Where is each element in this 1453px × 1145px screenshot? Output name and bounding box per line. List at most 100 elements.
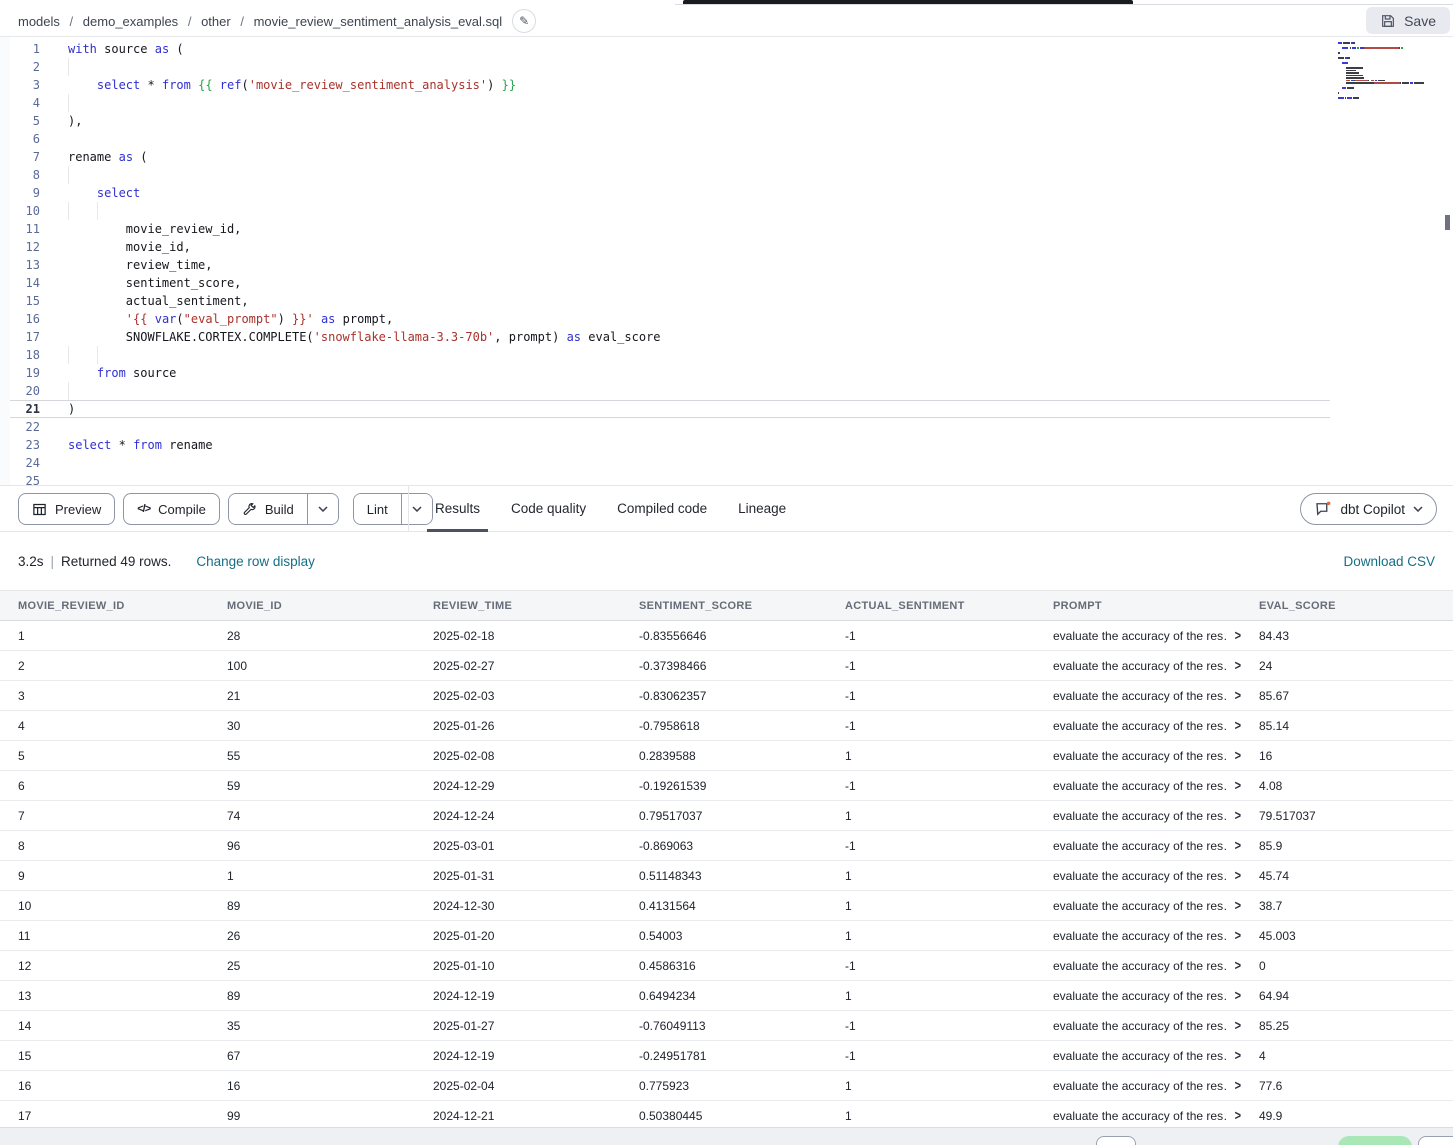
change-row-display-link[interactable]: Change row display <box>196 554 315 569</box>
code-line[interactable]: 12 movie_id, <box>0 238 1453 256</box>
indent-guide <box>68 94 69 112</box>
code-line[interactable]: 21) <box>0 400 1330 418</box>
table-row: 6592024-12-29-0.19261539-1evaluate the a… <box>0 771 1453 801</box>
column-header-movie-review-id[interactable]: MOVIE_REVIEW_ID <box>0 600 209 612</box>
expand-prompt-icon[interactable]: > <box>1235 839 1241 853</box>
table-cell: 74 <box>209 809 415 823</box>
expand-prompt-icon[interactable]: > <box>1235 629 1241 643</box>
code-line[interactable]: 2 <box>0 58 1453 76</box>
dbt-copilot-button[interactable]: dbt Copilot <box>1300 493 1437 525</box>
expand-prompt-icon[interactable]: > <box>1235 1019 1241 1033</box>
code-line[interactable]: 7rename as ( <box>0 148 1453 166</box>
code-line[interactable]: 6 <box>0 130 1453 148</box>
breadcrumb-demo-examples[interactable]: demo_examples <box>83 14 178 29</box>
table-cell: 2025-01-31 <box>415 869 621 883</box>
expand-prompt-icon[interactable]: > <box>1235 749 1241 763</box>
code-line[interactable]: 20 <box>0 382 1453 400</box>
expand-prompt-icon[interactable]: > <box>1235 809 1241 823</box>
code-line[interactable]: 9 select <box>0 184 1453 202</box>
code-line[interactable]: 17 SNOWFLAKE.CORTEX.COMPLETE('snowflake-… <box>0 328 1453 346</box>
code-line[interactable]: 11 movie_review_id, <box>0 220 1453 238</box>
lint-dropdown-button[interactable] <box>401 494 432 524</box>
breadcrumb-other[interactable]: other <box>201 14 231 29</box>
column-header-review-time[interactable]: REVIEW_TIME <box>415 600 621 612</box>
table-cell: 1 <box>209 869 415 883</box>
footer-button-partial[interactable] <box>1096 1136 1136 1145</box>
expand-prompt-icon[interactable]: > <box>1235 989 1241 1003</box>
tab-compiled-code[interactable]: Compiled code <box>617 486 707 531</box>
footer-green-pill[interactable] <box>1338 1136 1412 1145</box>
table-cell: -1 <box>827 959 1035 973</box>
expand-prompt-icon[interactable]: > <box>1235 689 1241 703</box>
column-header-prompt[interactable]: PROMPT <box>1035 600 1241 612</box>
preview-button[interactable]: Preview <box>18 493 115 525</box>
table-cell: 0.79517037 <box>621 809 827 823</box>
table-cell: 6 <box>0 779 209 793</box>
build-dropdown-button[interactable] <box>307 494 338 524</box>
code-line[interactable]: 25 <box>0 472 1453 485</box>
prompt-text: evaluate the accuracy of the res… <box>1053 749 1228 763</box>
build-button[interactable]: Build <box>229 494 307 524</box>
code-line[interactable]: 4 <box>0 94 1453 112</box>
table-row: 12252025-01-100.4586316-1evaluate the ac… <box>0 951 1453 981</box>
save-button[interactable]: Save <box>1366 7 1450 34</box>
pencil-icon[interactable]: ✎ <box>512 9 536 33</box>
expand-prompt-icon[interactable]: > <box>1235 929 1241 943</box>
table-cell: 2025-01-20 <box>415 929 621 943</box>
code-line[interactable]: 13 review_time, <box>0 256 1453 274</box>
column-header-actual-sentiment[interactable]: ACTUAL_SENTIMENT <box>827 600 1035 612</box>
prompt-text: evaluate the accuracy of the res… <box>1053 779 1228 793</box>
table-cell: 2024-12-19 <box>415 1049 621 1063</box>
tab-lineage[interactable]: Lineage <box>738 486 786 531</box>
column-header-eval-score[interactable]: EVAL_SCORE <box>1241 600 1453 612</box>
expand-prompt-icon[interactable]: > <box>1235 899 1241 913</box>
prompt-cell: evaluate the accuracy of the res…> <box>1035 1109 1241 1123</box>
code-line[interactable]: 5), <box>0 112 1453 130</box>
table-cell: 1 <box>827 1109 1035 1123</box>
column-header-movie-id[interactable]: MOVIE_ID <box>209 600 415 612</box>
code-line[interactable]: 24 <box>0 454 1453 472</box>
code-line[interactable]: 23select * from rename <box>0 436 1453 454</box>
table-cell: -0.19261539 <box>621 779 827 793</box>
table-cell: 1 <box>827 869 1035 883</box>
table-row: 5552025-02-080.28395881evaluate the accu… <box>0 741 1453 771</box>
editor-scrollbar[interactable] <box>1445 215 1450 230</box>
code-line[interactable]: 1with source as ( <box>0 40 1453 58</box>
code-text: ) <box>68 400 75 418</box>
table-row: 912025-01-310.511483431evaluate the accu… <box>0 861 1453 891</box>
compile-button[interactable]: </> Compile <box>123 493 220 525</box>
code-line[interactable]: 10 <box>0 202 1453 220</box>
lint-button[interactable]: Lint <box>354 494 401 524</box>
tab-code-quality[interactable]: Code quality <box>511 486 586 531</box>
expand-prompt-icon[interactable]: > <box>1235 1079 1241 1093</box>
editor-toolbar: Preview </> Compile Build Lint <box>0 485 1453 532</box>
expand-prompt-icon[interactable]: > <box>1235 719 1241 733</box>
expand-prompt-icon[interactable]: > <box>1235 1049 1241 1063</box>
expand-prompt-icon[interactable]: > <box>1235 869 1241 883</box>
code-line[interactable]: 14 sentiment_score, <box>0 274 1453 292</box>
code-line[interactable]: 3 select * from {{ ref('movie_review_sen… <box>0 76 1453 94</box>
minimap[interactable] <box>1333 39 1447 109</box>
table-cell: 2 <box>0 659 209 673</box>
prompt-cell: evaluate the accuracy of the res…> <box>1035 629 1241 643</box>
eval-score-cell: 85.67 <box>1241 689 1453 703</box>
column-header-sentiment-score[interactable]: SENTIMENT_SCORE <box>621 600 827 612</box>
code-line[interactable]: 19 from source <box>0 364 1453 382</box>
sql-code-editor[interactable]: 1with source as (23 select * from {{ ref… <box>0 37 1453 485</box>
expand-prompt-icon[interactable]: > <box>1235 1109 1241 1123</box>
code-line[interactable]: 16 '{{ var("eval_prompt") }}' as prompt, <box>0 310 1453 328</box>
expand-prompt-icon[interactable]: > <box>1235 959 1241 973</box>
code-line[interactable]: 15 actual_sentiment, <box>0 292 1453 310</box>
code-line[interactable]: 22 <box>0 418 1453 436</box>
breadcrumb-models[interactable]: models <box>18 14 60 29</box>
code-text: select * from {{ ref('movie_review_senti… <box>68 76 516 94</box>
download-csv-link[interactable]: Download CSV <box>1343 554 1435 569</box>
expand-prompt-icon[interactable]: > <box>1235 779 1241 793</box>
expand-prompt-icon[interactable]: > <box>1235 659 1241 673</box>
prompt-cell: evaluate the accuracy of the res…> <box>1035 929 1241 943</box>
footer-button-partial[interactable] <box>1418 1136 1453 1145</box>
code-line[interactable]: 8 <box>0 166 1453 184</box>
code-line[interactable]: 18 <box>0 346 1453 364</box>
breadcrumb-filename[interactable]: movie_review_sentiment_analysis_eval.sql <box>254 14 503 29</box>
tab-results[interactable]: Results <box>435 486 480 531</box>
